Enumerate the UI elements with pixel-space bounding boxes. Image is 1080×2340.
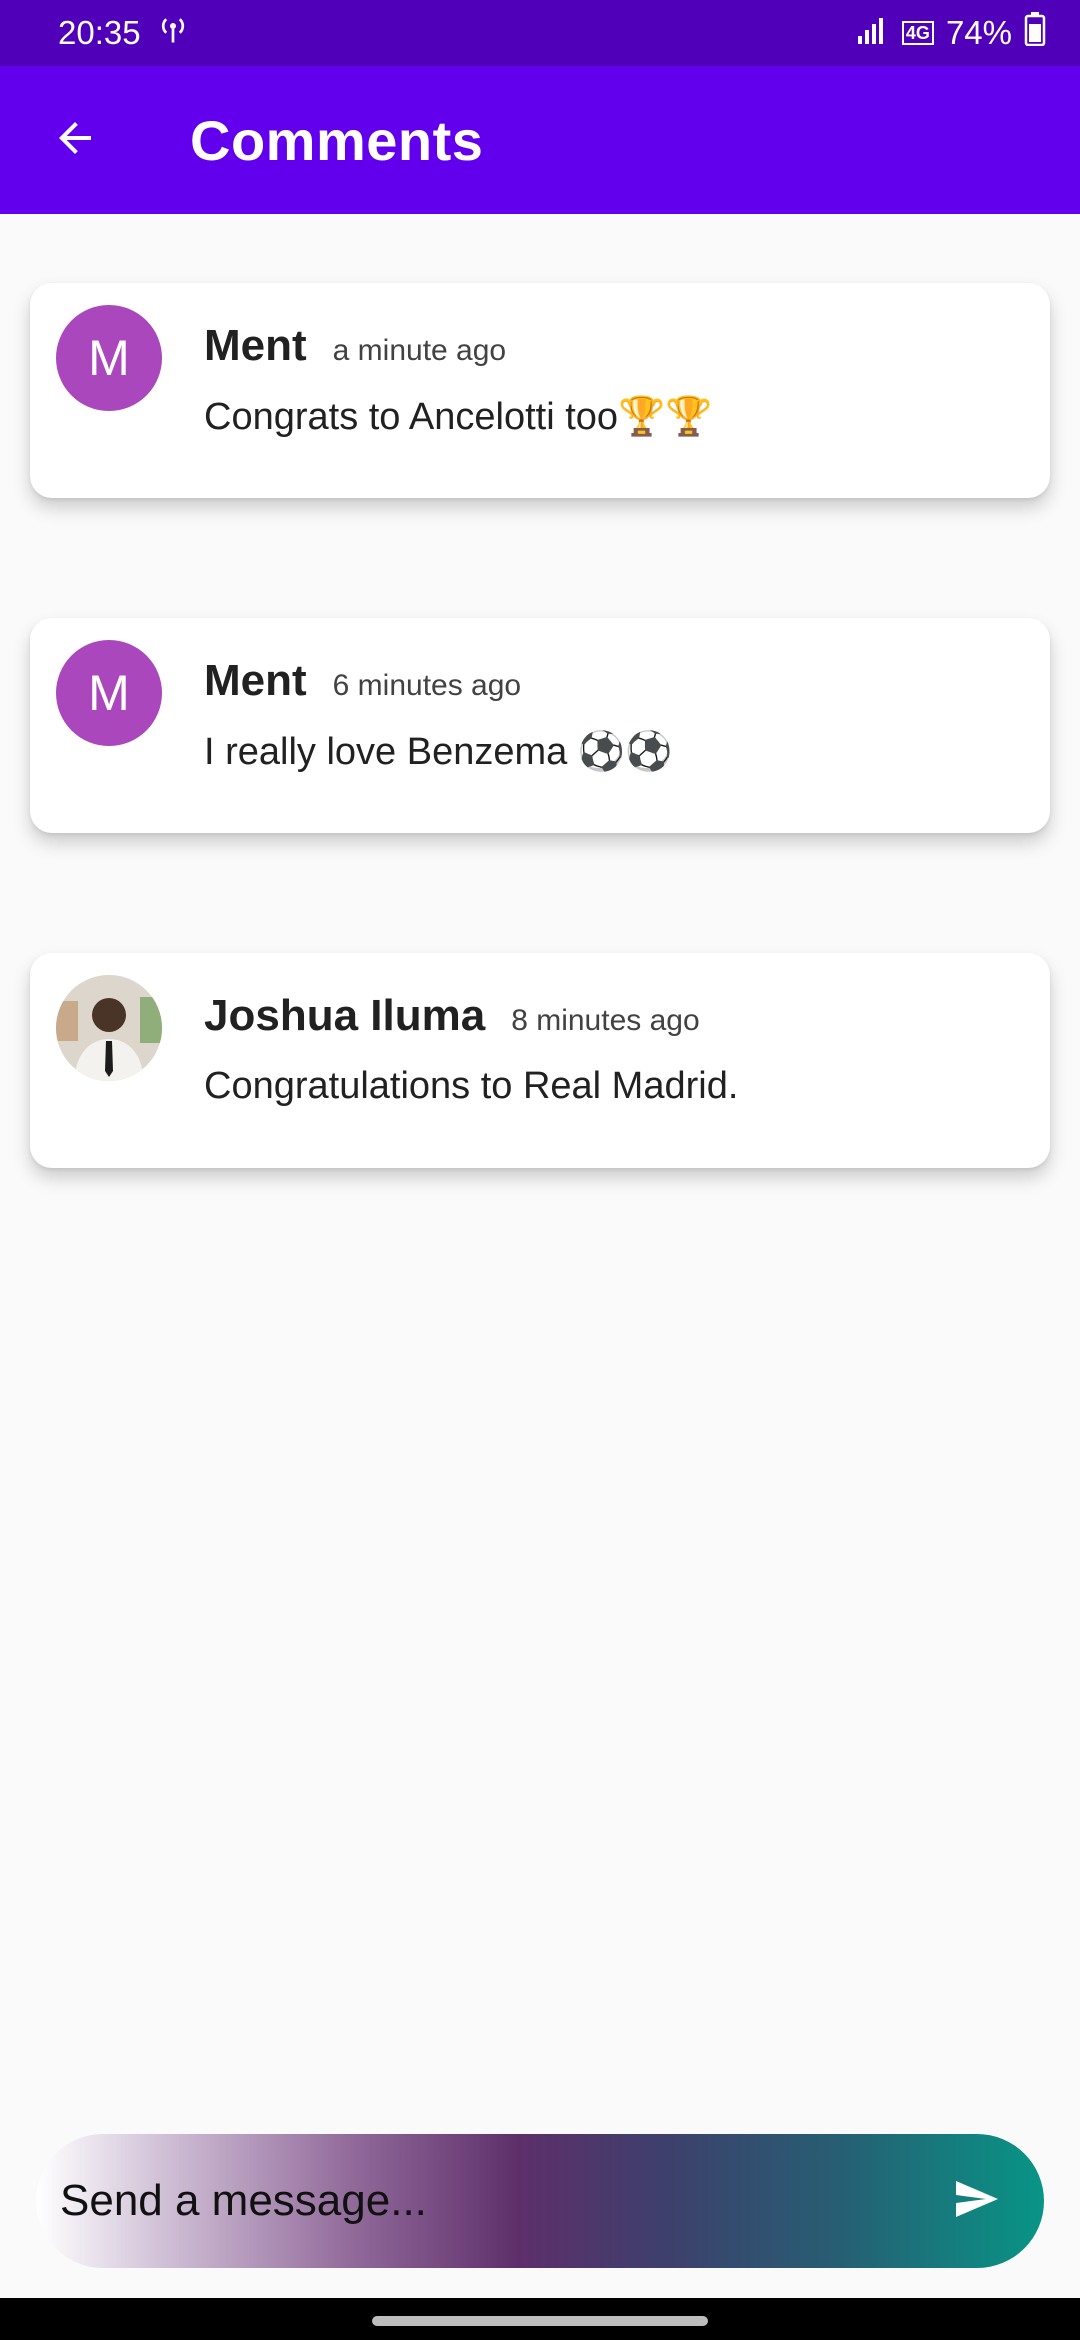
- navigation-bar: [0, 2298, 1080, 2340]
- comment-card: M Ment a minute ago Congrats to Ancelott…: [30, 283, 1050, 498]
- status-right: 4G 74%: [856, 12, 1046, 54]
- comment-card: M Ment 6 minutes ago I really love Benze…: [30, 618, 1050, 833]
- send-icon: [952, 2175, 1000, 2228]
- comment-author: Joshua Iluma: [204, 991, 486, 1040]
- comment-header: Ment 6 minutes ago: [204, 656, 521, 706]
- battery-icon: [1024, 12, 1046, 54]
- comment-time: 6 minutes ago: [332, 669, 522, 702]
- home-handle[interactable]: [372, 2316, 708, 2326]
- person-photo-icon: [56, 975, 162, 1081]
- avatar[interactable]: M: [56, 640, 162, 746]
- comment-text: Congrats to Ancelotti too🏆🏆: [204, 396, 713, 438]
- comment-header: Ment a minute ago: [204, 321, 506, 371]
- avatar-letter: M: [88, 330, 130, 386]
- avatar-letter: M: [88, 665, 130, 721]
- comment-text: I really love Benzema ⚽⚽: [204, 731, 673, 773]
- avatar[interactable]: M: [56, 305, 162, 411]
- status-time: 20:35: [58, 14, 141, 51]
- network-type: 4G: [901, 21, 934, 45]
- app-bar: Comments: [0, 66, 1080, 214]
- signal-icon: [856, 14, 890, 52]
- back-button[interactable]: [38, 103, 112, 177]
- comment-time: 8 minutes ago: [511, 1004, 700, 1037]
- message-composer: [36, 2134, 1044, 2268]
- page-title: Comments: [190, 108, 484, 172]
- hotspot-icon: [155, 11, 191, 55]
- message-input[interactable]: [60, 2134, 944, 2268]
- comment-author: Ment: [204, 656, 307, 705]
- comment-time: a minute ago: [332, 334, 507, 367]
- comment-author: Ment: [204, 321, 307, 370]
- battery-percent: 74%: [945, 14, 1012, 51]
- comment-card: Joshua Iluma 8 minutes ago Congratulatio…: [30, 953, 1050, 1168]
- avatar-photo[interactable]: [56, 975, 162, 1081]
- comment-header: Joshua Iluma 8 minutes ago: [204, 991, 700, 1041]
- comment-text: Congratulations to Real Madrid.: [204, 1065, 739, 1107]
- send-button[interactable]: [944, 2169, 1008, 2233]
- arrow-back-icon: [51, 114, 99, 167]
- status-left: 20:35: [58, 11, 191, 55]
- status-bar: 20:35 4G 74%: [0, 0, 1080, 66]
